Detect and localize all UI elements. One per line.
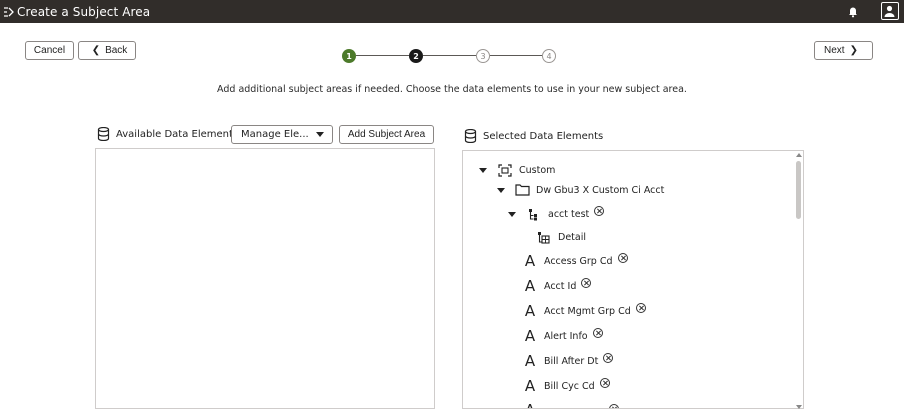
train-step-1[interactable]: 1 bbox=[342, 49, 356, 63]
attribute-icon: A bbox=[524, 352, 536, 370]
tree-attribute[interactable]: A Bill Cyc Cd bbox=[523, 377, 610, 395]
train-step-3[interactable]: 3 bbox=[476, 49, 490, 63]
tree-label: Acct Mgmt Grp Cd bbox=[544, 306, 631, 317]
remove-icon[interactable] bbox=[617, 253, 628, 263]
tree-attribute[interactable]: A Acct Mgmt Grp Cd bbox=[523, 302, 646, 320]
bell-icon[interactable] bbox=[845, 3, 861, 19]
chevron-down-icon bbox=[316, 132, 324, 137]
train-step-4[interactable]: 4 bbox=[542, 49, 556, 63]
attribute-icon: A bbox=[524, 327, 536, 345]
tree-label: Alert Info bbox=[544, 331, 588, 342]
scroll-down-icon[interactable] bbox=[796, 405, 802, 409]
attribute-icon: A bbox=[524, 377, 536, 395]
folder-icon bbox=[515, 184, 530, 196]
remove-icon[interactable] bbox=[599, 378, 610, 388]
manage-elements-label: Manage Ele... bbox=[241, 129, 309, 140]
chevron-left-icon: ❮ bbox=[91, 44, 101, 56]
tree-attribute-clipped[interactable]: A bbox=[523, 403, 619, 409]
available-elements-list[interactable] bbox=[95, 148, 435, 409]
tree-attribute[interactable]: A Bill After Dt bbox=[523, 352, 614, 370]
remove-icon[interactable] bbox=[603, 353, 614, 363]
title-bar: Create a Subject Area bbox=[0, 0, 904, 23]
train-connector bbox=[490, 55, 542, 56]
available-header: Available Data Elements bbox=[97, 127, 238, 141]
selected-elements-tree[interactable]: Custom Dw Gbu3 X Custom Ci Acct acct tes… bbox=[462, 150, 804, 409]
back-button[interactable]: ❮ Back bbox=[78, 41, 136, 60]
detail-table-icon bbox=[538, 232, 550, 244]
expand-triangle-icon[interactable] bbox=[497, 187, 505, 193]
tree-node-table[interactable]: acct test bbox=[508, 206, 605, 221]
tree-attribute[interactable]: A Access Grp Cd bbox=[523, 252, 628, 270]
tree-node-detail[interactable]: Detail bbox=[537, 231, 586, 244]
attribute-icon: A bbox=[524, 252, 536, 270]
remove-icon[interactable] bbox=[635, 303, 646, 313]
database-icon bbox=[464, 129, 477, 143]
selected-header-label: Selected Data Elements bbox=[483, 130, 604, 142]
table-hierarchy-icon bbox=[529, 209, 537, 221]
available-header-label: Available Data Elements bbox=[116, 128, 239, 140]
tree-label: Custom bbox=[519, 165, 556, 176]
chevron-right-icon: ❯ bbox=[849, 44, 858, 56]
selected-header: Selected Data Elements bbox=[464, 129, 603, 143]
train-connector bbox=[356, 55, 409, 56]
remove-icon[interactable] bbox=[609, 403, 619, 408]
tree-label: Bill After Dt bbox=[544, 356, 599, 367]
remove-icon[interactable] bbox=[592, 328, 603, 338]
tree-label: Access Grp Cd bbox=[544, 256, 613, 267]
tree-label: Bill Cyc Cd bbox=[544, 381, 595, 392]
database-icon bbox=[97, 127, 110, 141]
attribute-icon: A bbox=[524, 277, 536, 295]
remove-icon[interactable] bbox=[581, 278, 592, 288]
manage-elements-select[interactable]: Manage Ele... bbox=[231, 125, 333, 144]
tree-label: Dw Gbu3 X Custom Ci Acct bbox=[536, 184, 665, 196]
tree-label: Detail bbox=[558, 232, 586, 243]
attribute-icon: A bbox=[524, 302, 536, 320]
scrollbar-thumb[interactable] bbox=[796, 161, 801, 219]
back-button-label: Back bbox=[105, 45, 128, 56]
expand-triangle-icon[interactable] bbox=[479, 168, 487, 173]
user-icon[interactable] bbox=[881, 2, 899, 20]
cancel-button[interactable]: Cancel bbox=[25, 41, 74, 60]
subject-area-icon bbox=[2, 5, 16, 19]
remove-icon[interactable] bbox=[594, 206, 605, 216]
next-button-label: Next bbox=[824, 45, 845, 56]
train-step-2[interactable]: 2 bbox=[409, 49, 423, 63]
train-connector bbox=[423, 55, 476, 56]
tree-node-custom[interactable]: Custom bbox=[479, 164, 555, 177]
instruction-text: Add additional subject areas if needed. … bbox=[217, 84, 687, 95]
tree-scrollbar[interactable] bbox=[795, 153, 803, 409]
scroll-up-icon[interactable] bbox=[796, 153, 802, 157]
page-title: Create a Subject Area bbox=[17, 4, 151, 19]
expand-triangle-icon[interactable] bbox=[508, 212, 516, 217]
tree-label: acct test bbox=[548, 209, 590, 220]
add-subject-area-button[interactable]: Add Subject Area bbox=[339, 125, 434, 144]
custom-subject-area-icon bbox=[498, 164, 512, 177]
tree-attribute[interactable]: A Acct Id bbox=[523, 277, 592, 295]
attribute-icon: A bbox=[523, 403, 537, 409]
tree-attribute[interactable]: A Alert Info bbox=[523, 327, 603, 345]
next-button[interactable]: Next ❯ bbox=[814, 41, 873, 60]
tree-node-folder[interactable]: Dw Gbu3 X Custom Ci Acct bbox=[497, 184, 664, 196]
tree-label: Acct Id bbox=[544, 281, 577, 292]
